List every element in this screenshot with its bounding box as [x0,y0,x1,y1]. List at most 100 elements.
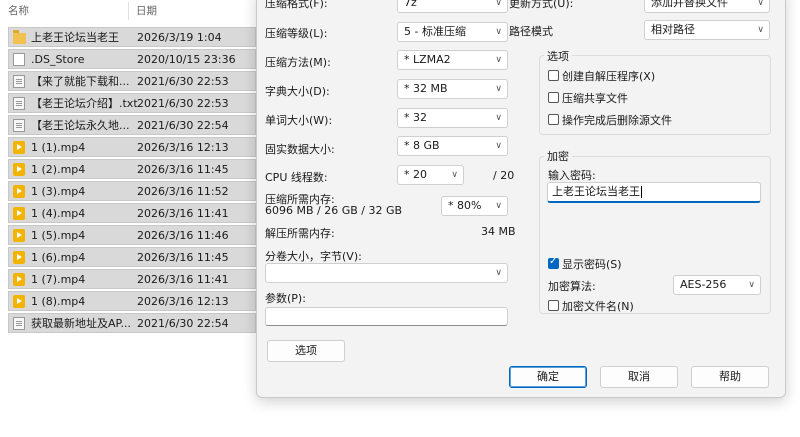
video-file-icon [13,141,25,154]
password-input[interactable]: 上老王论坛当老王 [547,182,761,203]
file-date: 2026/3/16 11:41 [137,207,229,220]
delete-after-label[interactable]: 操作完成后删除源文件 [562,112,672,128]
column-divider[interactable] [128,2,129,20]
sort-ascending-icon: ^ [70,0,78,6]
chevron-down-icon: ∨ [495,27,502,37]
chevron-down-icon: ∨ [757,25,764,35]
text-file-icon [13,75,25,88]
show-password-label[interactable]: 显示密码(S) [562,256,622,272]
video-file-icon [13,251,25,264]
encryption-method-value: AES-256 [680,278,727,291]
delete-after-checkbox[interactable] [548,114,559,125]
file-name: 【老王论坛永久地... [31,119,130,132]
file-row[interactable]: 1 (1).mp4 2026/3/16 12:13 [8,137,256,157]
file-date: 2021/6/30 22:53 [137,97,229,110]
cpu-threads-select[interactable]: * 20 ∨ [397,165,464,185]
update-mode-select[interactable]: 添加并替换文件 ∨ [644,0,770,13]
file-date: 2026/3/16 11:45 [137,163,229,176]
cpu-threads-total: / 20 [493,169,515,182]
file-row[interactable]: 1 (3).mp4 2026/3/16 11:52 [8,181,256,201]
compression-method-select[interactable]: * LZMA2 ∨ [397,50,508,70]
file-date: 2020/10/15 23:36 [137,53,236,66]
memory-usage-select[interactable]: * 80% ∨ [441,196,508,216]
show-password-checkbox[interactable] [548,256,559,269]
file-date: 2021/6/30 22:53 [137,75,229,88]
volume-size-label: 分卷大小，字节(V): [265,250,362,263]
file-name: 1 (7).mp4 [31,273,86,286]
file-date: 2026/3/16 11:41 [137,273,229,286]
video-file-icon [13,229,25,242]
video-file-icon [13,207,25,220]
file-name: 【来了就能下载和... [31,75,130,88]
file-row[interactable]: 1 (7).mp4 2026/3/16 11:41 [8,269,256,289]
column-header-date[interactable]: 日期 [136,0,157,22]
options-button[interactable]: 选项 [267,340,345,362]
file-date: 2026/3/19 1:04 [137,31,222,44]
file-row[interactable]: 1 (6).mp4 2026/3/16 11:45 [8,247,256,267]
file-name: 1 (6).mp4 [31,251,86,264]
chevron-down-icon: ∨ [451,170,458,180]
path-mode-label: 路径模式 [509,25,553,38]
file-row[interactable]: 【老王论坛永久地... 2021/6/30 22:54 [8,115,256,135]
file-date: 2026/3/16 12:13 [137,141,229,154]
video-file-icon [13,185,25,198]
solid-block-size-select[interactable]: * 8 GB ∨ [397,136,508,156]
memory-usage-value: * 80% [448,199,482,212]
file-icon [13,53,25,66]
text-file-icon [13,97,25,110]
dictionary-size-select[interactable]: * 32 MB ∨ [397,79,508,99]
create-sfx-checkbox[interactable] [548,70,559,81]
help-button[interactable]: 帮助 [691,366,769,388]
compress-shared-checkbox[interactable] [548,92,559,103]
compression-level-select[interactable]: 5 - 标准压缩 ∨ [397,22,508,42]
file-date: 2026/3/16 12:13 [137,295,229,308]
chevron-down-icon: ∨ [757,0,764,8]
file-name: 【老王论坛介绍】.txt [31,97,138,110]
compression-level-value: 5 - 标准压缩 [404,25,466,38]
file-name: 1 (1).mp4 [31,141,86,154]
encryption-method-select[interactable]: AES-256 ∨ [673,275,761,295]
compression-method-label: 压缩方法(M): [265,56,331,69]
file-name: 1 (5).mp4 [31,229,86,242]
video-file-icon [13,295,25,308]
encrypt-filenames-label[interactable]: 加密文件名(N) [562,298,634,314]
solid-block-size-value: * 8 GB [404,139,440,152]
archive-format-select[interactable]: 7z ∨ [397,0,508,13]
volume-size-select[interactable]: ∨ [265,263,508,283]
update-mode-label: 更新方式(U): [509,0,574,10]
file-date: 2026/3/16 11:45 [137,251,229,264]
cpu-threads-value: * 20 [404,168,427,181]
encryption-method-label: 加密算法: [548,280,596,293]
file-row[interactable]: 上老王论坛当老王 2026/3/19 1:04 [8,27,256,47]
archive-format-value: 7z [404,0,417,9]
video-file-icon [13,273,25,286]
compress-memory-detail: 6096 MB / 26 GB / 32 GB [265,204,403,217]
chevron-down-icon: ∨ [495,201,502,211]
file-row[interactable]: 1 (8).mp4 2026/3/16 12:13 [8,291,256,311]
path-mode-select[interactable]: 相对路径 ∨ [644,20,770,40]
cancel-button[interactable]: 取消 [600,366,678,388]
file-row[interactable]: 获取最新地址及AP... 2021/6/30 22:54 [8,313,256,333]
text-file-icon [13,119,25,132]
parameters-input[interactable] [265,307,508,326]
ok-button[interactable]: 确定 [509,366,587,388]
word-size-select[interactable]: * 32 ∨ [397,108,508,128]
file-row[interactable]: .DS_Store 2020/10/15 23:36 [8,49,256,69]
file-row[interactable]: 1 (5).mp4 2026/3/16 11:46 [8,225,256,245]
file-row[interactable]: 1 (2).mp4 2026/3/16 11:45 [8,159,256,179]
create-sfx-label[interactable]: 创建自解压程序(X) [562,68,655,84]
chevron-down-icon: ∨ [748,280,755,290]
folder-icon [13,30,26,44]
column-header-name[interactable]: 名称 [8,0,29,22]
file-name: 1 (3).mp4 [31,185,86,198]
word-size-value: * 32 [404,111,427,124]
encrypt-filenames-checkbox[interactable] [548,300,559,311]
file-row[interactable]: 【老王论坛介绍】.txt 2021/6/30 22:53 [8,93,256,113]
chevron-down-icon: ∨ [495,141,502,151]
chevron-down-icon: ∨ [495,0,502,8]
file-row[interactable]: 1 (4).mp4 2026/3/16 11:41 [8,203,256,223]
compress-shared-label[interactable]: 压缩共享文件 [562,90,628,106]
file-row[interactable]: 【来了就能下载和... 2021/6/30 22:53 [8,71,256,91]
solid-block-size-label: 固实数据大小: [265,143,335,156]
decompress-memory-label: 解压所需内存: [265,227,335,240]
